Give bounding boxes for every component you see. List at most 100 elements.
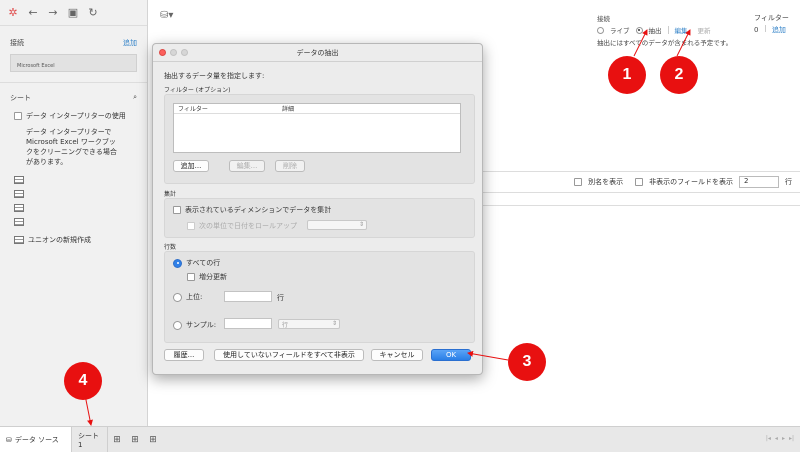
edit-link[interactable]: 編集: [675, 25, 688, 35]
extract-label: 抽出: [648, 27, 662, 35]
connections-label: 接続: [10, 39, 24, 47]
sample-label: サンプル:: [186, 321, 217, 329]
datasource-icon[interactable]: ⛁▾: [160, 10, 173, 21]
col-detail-header: 詳細: [282, 106, 295, 113]
close-window-icon[interactable]: [159, 49, 166, 56]
edit-filter-button[interactable]: 編集...: [229, 160, 265, 172]
radio-dot[interactable]: [173, 320, 182, 330]
top-rows-input[interactable]: [224, 291, 272, 302]
incremental-checkbox[interactable]: 増分更新: [187, 272, 227, 282]
history-button[interactable]: 履歴...: [164, 349, 204, 361]
last-icon[interactable]: ▸|: [789, 435, 794, 442]
filters-table[interactable]: フィルター 詳細: [173, 103, 461, 153]
tab-nav-arrows[interactable]: |◂ ◂ ▸ ▸|: [766, 435, 794, 442]
grid-toolbar: 別名を表示 非表示のフィールドを表示 2 行: [480, 171, 800, 193]
aggregate-visible-label: 表示されているディメンションでデータを集計: [185, 206, 332, 214]
refresh-icon[interactable]: ↻: [86, 6, 100, 20]
search-icon[interactable]: ⌕: [133, 93, 137, 103]
aggregate-visible-checkbox[interactable]: 表示されているディメンションでデータを集計: [173, 205, 331, 215]
sidebar: ✲ ← → ▣ ↻ 接続 追加 Microsoft Excel シート ⌕ デー…: [0, 0, 148, 426]
add-filter-link[interactable]: 追加: [772, 26, 786, 34]
sample-unit-select[interactable]: 行 ⇕: [278, 319, 340, 329]
dialog-title: データの抽出: [296, 48, 339, 57]
rows-group: すべての行 増分更新 上位: 行 サンプル: 行 ⇕: [164, 251, 475, 343]
connection-panel: 接続 ライブ 抽出 編集 更新 抽出にはすべてのデータが含まれる予定です。: [597, 13, 732, 47]
rollup-label: 次の単位で日付をロールアップ: [199, 222, 297, 230]
hide-unused-fields-button[interactable]: 使用していないフィールドをすべて非表示: [214, 349, 364, 361]
window-controls: [159, 49, 188, 56]
sample-input[interactable]: [224, 318, 272, 329]
filter-panel: フィルター 0 追加: [754, 13, 789, 35]
sheets-header: シート ⌕: [0, 82, 147, 107]
show-alias-checkbox[interactable]: [574, 178, 583, 186]
live-radio[interactable]: [597, 26, 604, 34]
radio-dot[interactable]: [173, 292, 182, 302]
filters-group: フィルター 詳細 追加... 編集... 削除: [164, 94, 475, 184]
sheets-label: シート: [10, 94, 31, 102]
cancel-button[interactable]: キャンセル: [371, 349, 423, 361]
divider: [667, 26, 669, 34]
add-filter-button[interactable]: 追加...: [173, 160, 209, 172]
checkbox-box[interactable]: [187, 273, 195, 281]
sample-unit-value: 行: [282, 322, 289, 329]
sheet-item[interactable]: [0, 173, 147, 187]
checkbox-box[interactable]: [187, 222, 195, 230]
show-alias-label: 別名を表示: [588, 178, 624, 186]
sheet-item[interactable]: [0, 201, 147, 215]
connection-item[interactable]: Microsoft Excel: [10, 54, 137, 72]
new-union-label: ユニオンの新規作成: [28, 236, 91, 244]
table-icon: [14, 204, 24, 212]
use-interpreter-checkbox[interactable]: データ インタープリターの使用: [0, 107, 147, 125]
checkbox-box[interactable]: [14, 112, 22, 120]
table-icon: [14, 218, 24, 226]
divider: [764, 25, 766, 32]
prev-icon[interactable]: ◂: [775, 435, 778, 442]
extract-radio[interactable]: [635, 26, 643, 34]
radio-dot[interactable]: [173, 258, 182, 268]
next-icon[interactable]: ▸: [782, 435, 785, 442]
sheet-tab[interactable]: シート 1: [72, 427, 108, 452]
refresh-link[interactable]: 更新: [698, 25, 711, 35]
table-icon: [14, 190, 24, 198]
new-dashboard-icon[interactable]: ⊞: [129, 434, 141, 446]
forward-arrow-icon[interactable]: →: [46, 6, 60, 20]
sheet-item[interactable]: [0, 215, 147, 229]
connection-title: 接続: [597, 15, 610, 23]
rows-stepper[interactable]: 2: [739, 176, 779, 188]
callout-2: 2: [660, 56, 698, 94]
new-story-icon[interactable]: ⊞: [147, 434, 159, 446]
ok-button[interactable]: OK: [431, 349, 471, 361]
save-icon[interactable]: ▣: [66, 6, 80, 20]
zoom-window-icon[interactable]: [181, 49, 188, 56]
rollup-dates-checkbox[interactable]: 次の単位で日付をロールアップ: [187, 221, 297, 231]
all-rows-radio[interactable]: すべての行: [173, 258, 220, 268]
stepper-icon: ⇕: [358, 221, 364, 228]
minimize-window-icon[interactable]: [170, 49, 177, 56]
new-sheet-icon[interactable]: ⊞: [111, 434, 123, 446]
back-arrow-icon[interactable]: ←: [26, 6, 40, 20]
new-union-item[interactable]: ユニオンの新規作成: [0, 229, 147, 251]
delete-filter-button[interactable]: 削除: [275, 160, 305, 172]
rows-section-label: 行数: [164, 244, 177, 251]
add-connection-link[interactable]: 追加: [123, 38, 137, 48]
table-icon: [14, 176, 24, 184]
sheet-item[interactable]: [0, 187, 147, 201]
rollup-select[interactable]: ⇕: [307, 220, 367, 230]
grid-divider: [480, 205, 800, 206]
dialog-prompt: 抽出するデータ量を指定します:: [164, 72, 265, 80]
show-hidden-checkbox[interactable]: [635, 178, 644, 186]
filters-section-label: フィルター (オプション): [164, 87, 231, 94]
filter-title: フィルター: [754, 14, 789, 22]
sample-radio[interactable]: サンプル:: [173, 320, 216, 330]
first-icon[interactable]: |◂: [766, 435, 771, 442]
live-label: ライブ: [610, 27, 630, 35]
datasource-tab-icon: ⛁: [6, 435, 12, 444]
interpreter-description: データ インタープリターで Microsoft Excel ワークブックをクリー…: [26, 128, 117, 166]
top-label: 上位:: [186, 293, 203, 301]
bottom-tab-bar: ⛁ データ ソース シート 1 ⊞ ⊞ ⊞ |◂ ◂ ▸ ▸|: [0, 426, 800, 452]
top-rows-radio[interactable]: 上位:: [173, 292, 202, 302]
datasource-tab[interactable]: ⛁ データ ソース: [0, 427, 72, 452]
extract-note: 抽出にはすべてのデータが含まれる予定です。: [597, 39, 733, 47]
checkbox-box[interactable]: [173, 206, 181, 214]
extract-dialog: データの抽出 抽出するデータ量を指定します: フィルター (オプション) フィル…: [152, 43, 483, 375]
